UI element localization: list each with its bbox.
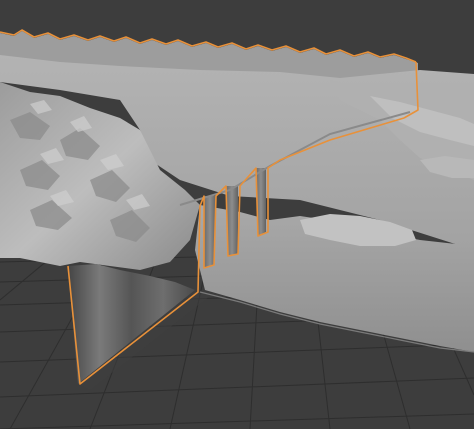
viewport-canvas[interactable] (0, 0, 474, 429)
3d-viewport[interactable] (0, 0, 474, 429)
